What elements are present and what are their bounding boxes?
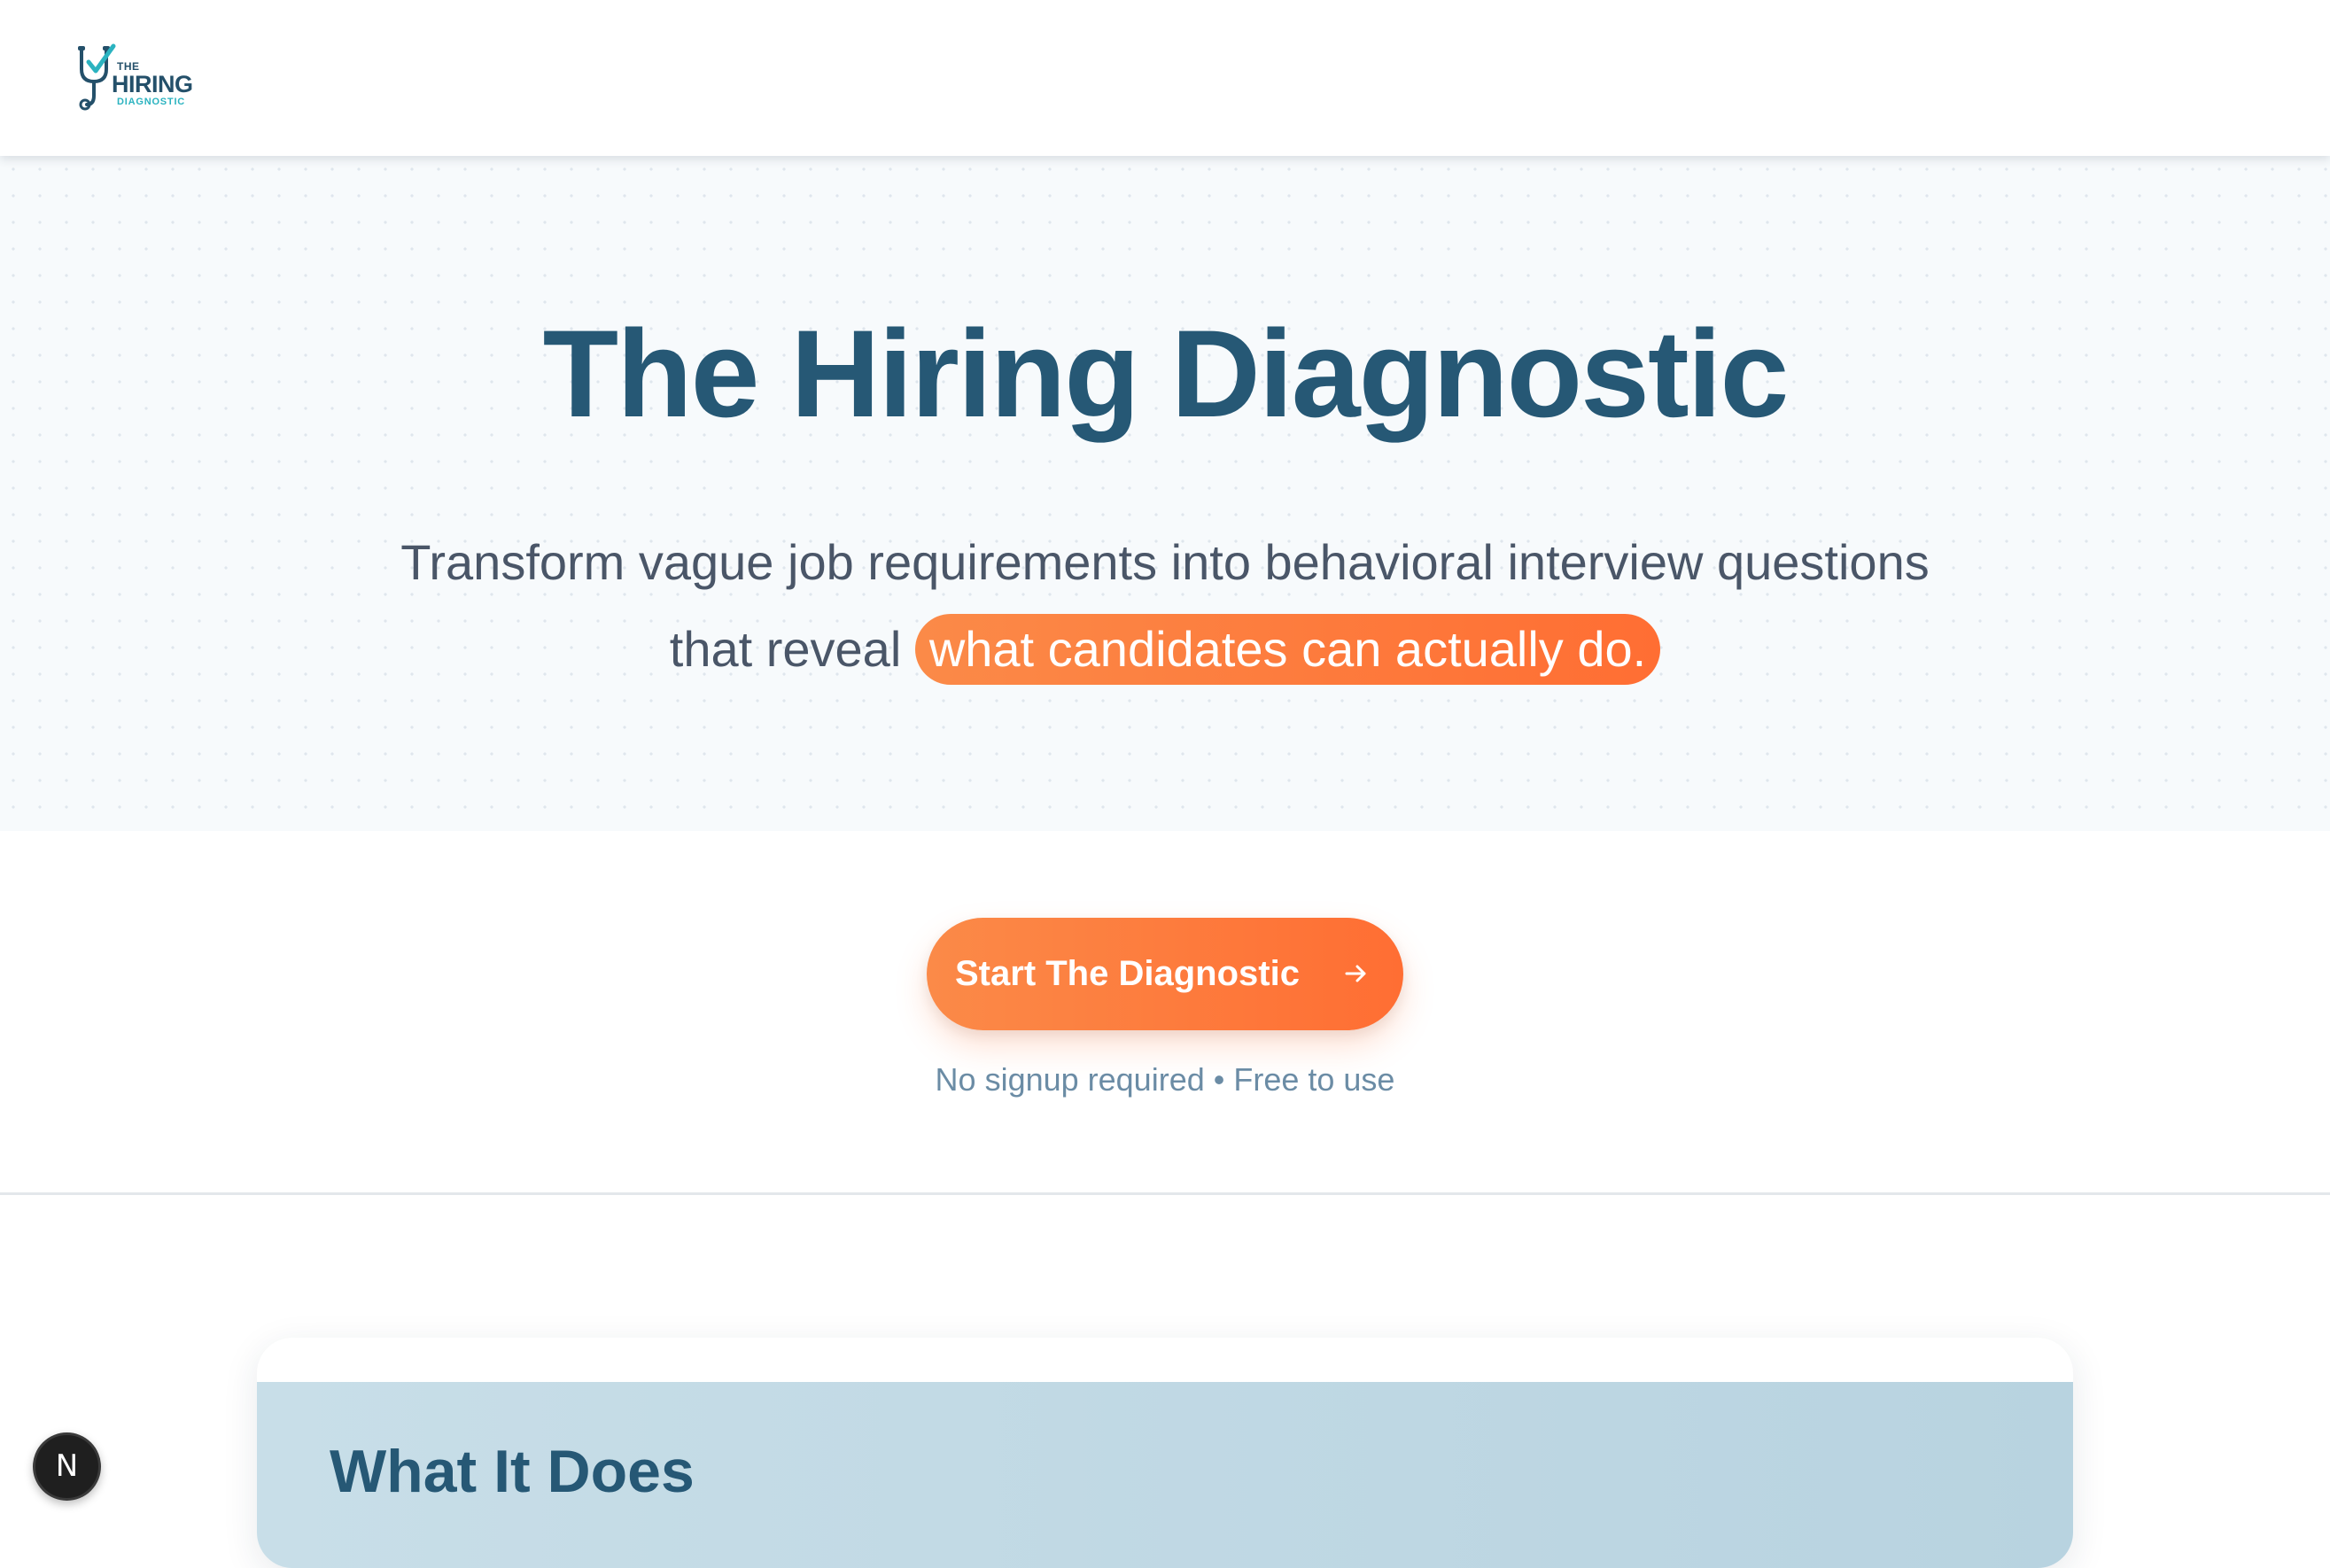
- hero-section: The Hiring Diagnostic Transform vague jo…: [0, 156, 2330, 831]
- logo[interactable]: THE HIRING DIAGNOSTIC: [76, 43, 209, 113]
- what-it-does-card: What It Does: [257, 1338, 2073, 1568]
- hero-subtitle: Transform vague job requirements into be…: [368, 519, 1962, 693]
- page-title: The Hiring Diagnostic: [542, 304, 1790, 443]
- cta-note: No signup required • Free to use: [935, 1061, 1395, 1098]
- start-diagnostic-button[interactable]: Start The Diagnostic: [927, 918, 1403, 1030]
- site-header: THE HIRING DIAGNOSTIC: [0, 0, 2330, 156]
- start-diagnostic-label: Start The Diagnostic: [955, 954, 1300, 993]
- section-title: What It Does: [330, 1438, 695, 1505]
- section-divider: [0, 1192, 2330, 1195]
- hero-subtitle-highlight: what candidates can actually do.: [914, 614, 1661, 685]
- logo-text-hiring: HIRING: [112, 71, 193, 97]
- arrow-right-icon: [1345, 965, 1366, 982]
- nextjs-dev-button[interactable]: N: [33, 1432, 101, 1501]
- logo-text-diagnostic: DIAGNOSTIC: [117, 97, 186, 107]
